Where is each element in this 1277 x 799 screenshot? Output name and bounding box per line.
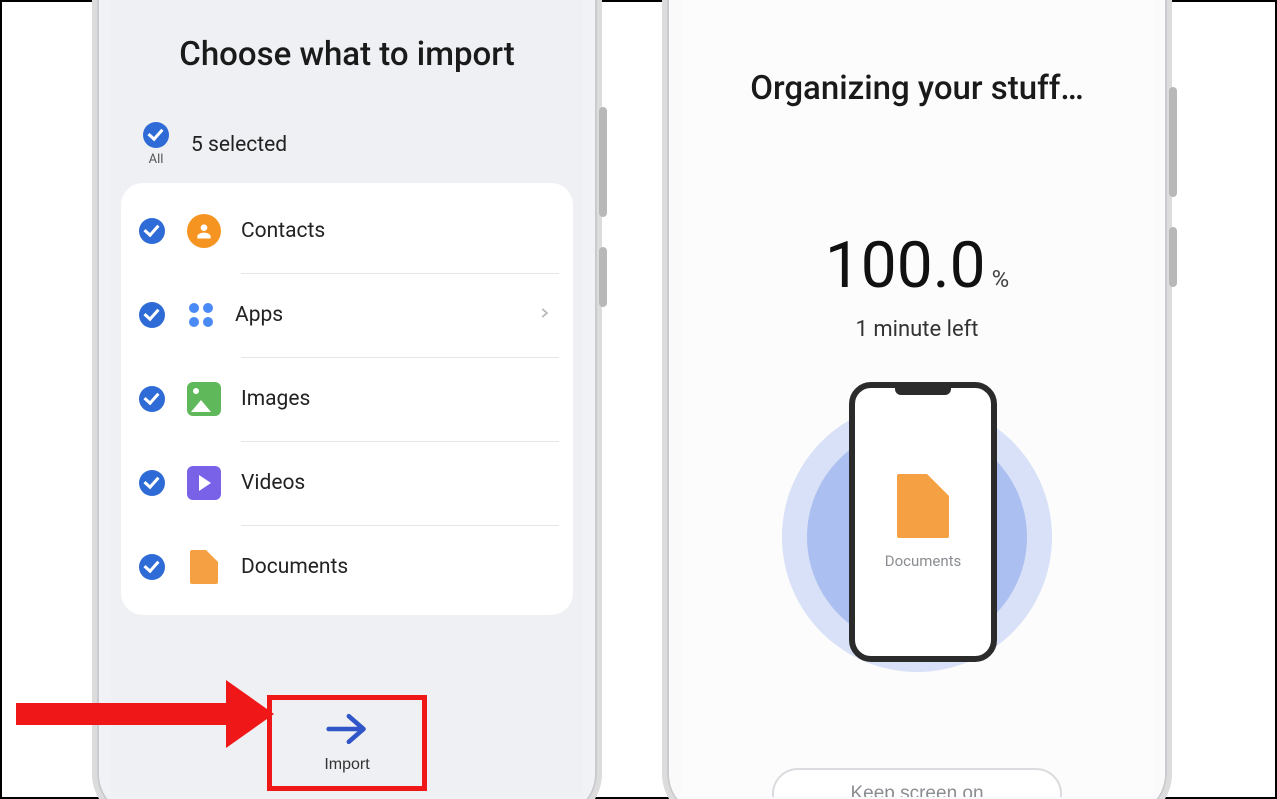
import-item-images[interactable]: Images [121, 357, 573, 441]
phone-frame-left: Choose what to import All 5 selected Con… [92, 0, 602, 799]
page-title: Organizing your stuff… [681, 69, 1153, 108]
hardware-power-button [599, 247, 607, 307]
progress-percent: 100.0 [825, 228, 986, 303]
import-button[interactable]: Import [277, 699, 417, 785]
checkbox-videos[interactable] [139, 470, 165, 496]
import-item-label: Apps [235, 303, 283, 327]
import-item-label: Contacts [241, 219, 325, 243]
import-items-card: Contacts Apps Images [121, 183, 573, 615]
percent-unit: % [992, 265, 1010, 293]
page-title: Choose what to import [111, 35, 583, 74]
select-all-label: All [149, 152, 164, 167]
device-icon: Documents [849, 382, 997, 662]
progress-readout: 100.0% [681, 228, 1153, 303]
checkbox-documents[interactable] [139, 554, 165, 580]
apps-icon [187, 301, 215, 329]
selected-count-label: 5 selected [191, 133, 287, 157]
time-remaining-label: 1 minute left [681, 317, 1153, 342]
documents-icon [897, 474, 949, 538]
arrow-right-icon [325, 711, 369, 750]
import-item-label: Videos [241, 471, 305, 495]
select-all-row[interactable]: All 5 selected [133, 122, 583, 167]
hardware-volume-button [1169, 87, 1177, 197]
videos-icon [187, 466, 221, 500]
checkbox-images[interactable] [139, 386, 165, 412]
documents-icon [187, 550, 221, 584]
select-all-checkbox[interactable] [143, 122, 169, 148]
hardware-volume-button [599, 107, 607, 217]
contacts-icon [187, 214, 221, 248]
chevron-right-icon [537, 303, 551, 327]
hardware-power-button [1169, 227, 1177, 287]
images-icon [187, 382, 221, 416]
current-item-label: Documents [885, 552, 962, 570]
phone-frame-right: Organizing your stuff… 100.0% 1 minute l… [662, 0, 1172, 799]
keep-screen-on-button[interactable]: Keep screen on [772, 768, 1062, 797]
import-item-apps[interactable]: Apps [121, 273, 573, 357]
import-item-videos[interactable]: Videos [121, 441, 573, 525]
import-item-label: Documents [241, 555, 348, 579]
import-item-label: Images [241, 387, 310, 411]
import-button-label: Import [324, 756, 369, 774]
import-item-documents[interactable]: Documents [121, 525, 573, 609]
import-item-contacts[interactable]: Contacts [121, 189, 573, 273]
checkbox-contacts[interactable] [139, 218, 165, 244]
transfer-visual: Documents [767, 372, 1067, 672]
checkbox-apps[interactable] [139, 302, 165, 328]
